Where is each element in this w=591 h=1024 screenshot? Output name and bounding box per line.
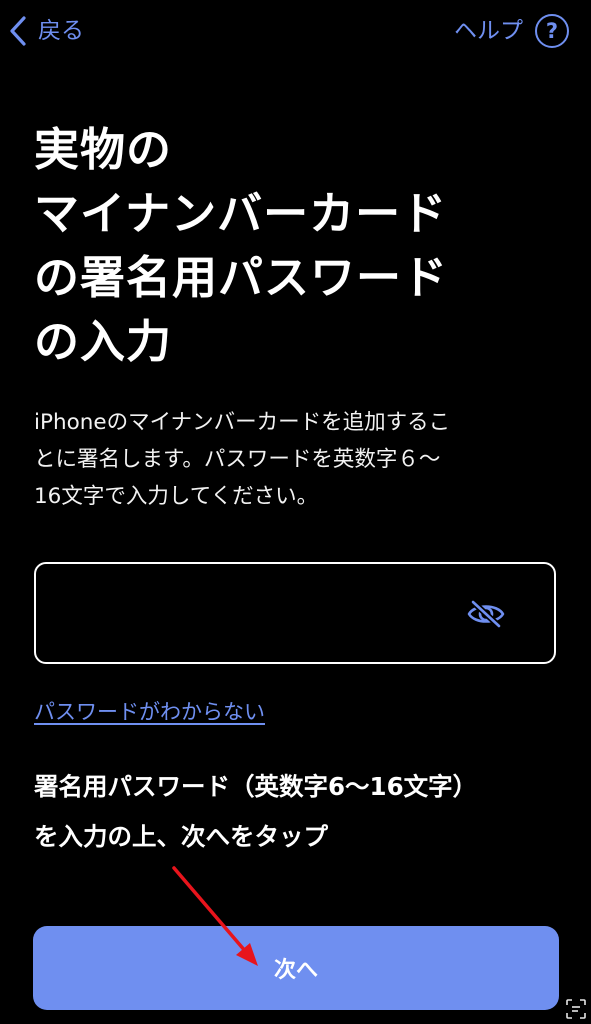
password-input[interactable] <box>54 588 458 640</box>
title-line: マイナンバーカード <box>34 187 448 240</box>
question-circle-icon: ? <box>535 14 569 48</box>
forgot-password-link[interactable]: パスワードがわからない <box>34 696 265 728</box>
instruction-line: を入力の上、次へをタップ <box>34 822 328 851</box>
help-label: ヘルプ <box>454 18 523 44</box>
title-line: の入力 <box>34 315 173 368</box>
chevron-left-icon <box>8 15 28 47</box>
instruction-text: 署名用パスワード（英数字6～16文字） を入力の上、次へをタップ <box>34 762 574 862</box>
title-line: 実物の <box>34 123 173 176</box>
password-field[interactable] <box>34 562 556 664</box>
help-button[interactable]: ヘルプ ? <box>454 12 569 50</box>
description-text: iPhoneのマイナンバーカードを追加するこ とに署名します。パスワードを英数字… <box>34 404 554 515</box>
back-button[interactable]: 戻る <box>8 14 84 48</box>
description-line: 16文字で入力してください。 <box>34 484 319 509</box>
scan-text-icon[interactable] <box>565 998 587 1020</box>
title-line: の署名用パスワード <box>34 251 449 304</box>
eye-slash-icon[interactable] <box>464 598 508 630</box>
next-button[interactable]: 次へ <box>33 926 559 1010</box>
page-title: 実物の マイナンバーカード の署名用パスワード の入力 <box>34 118 564 374</box>
description-line: iPhoneのマイナンバーカードを追加するこ <box>34 410 451 435</box>
instruction-line: 署名用パスワード（英数字6～16文字） <box>34 772 478 801</box>
back-label: 戻る <box>38 18 84 44</box>
description-line: とに署名します。パスワードを英数字６～ <box>34 447 441 472</box>
